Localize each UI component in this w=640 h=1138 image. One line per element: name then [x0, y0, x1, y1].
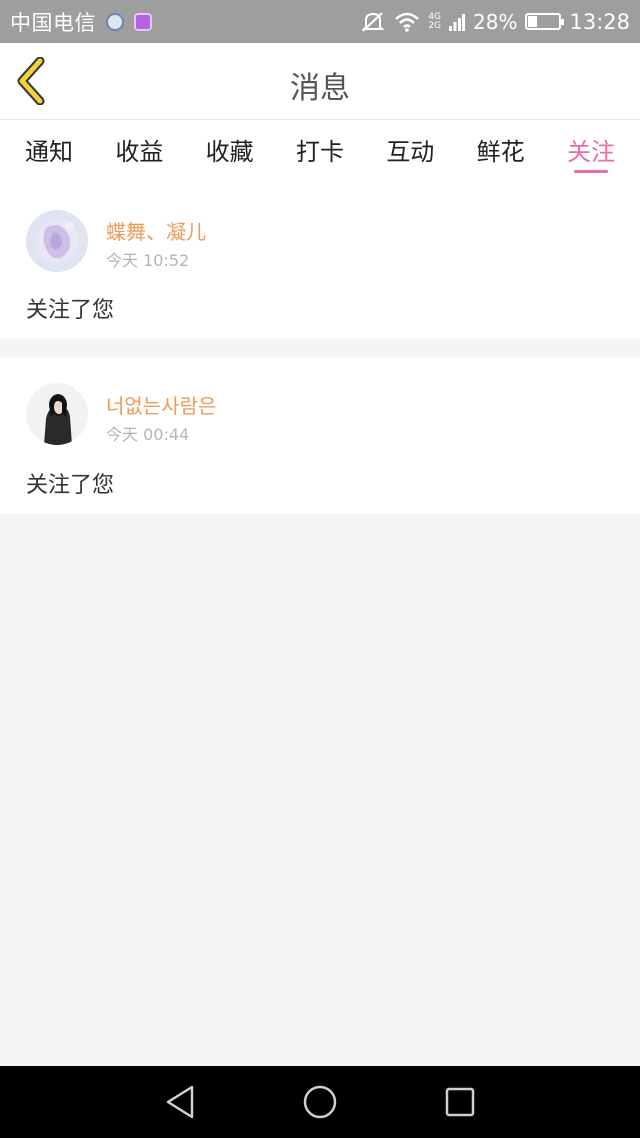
- square-recents-icon: [445, 1087, 475, 1117]
- tab-bar: 通知 收益 收藏 打卡 互动 鲜花 关注: [0, 120, 640, 182]
- mute-icon: [361, 11, 385, 32]
- timestamp: 今天 00:44: [106, 425, 190, 444]
- username[interactable]: 蝶舞、凝儿: [106, 216, 206, 245]
- circle-home-icon: [303, 1085, 337, 1119]
- tab-label: 收藏: [205, 138, 254, 166]
- tab-interactions[interactable]: 互动: [386, 120, 434, 182]
- signal-icon: [449, 13, 466, 31]
- screen: 中国电信 4G 2G 28% 13:28 消息 通知 收益 收藏 打卡 互动 鲜…: [0, 0, 640, 1138]
- avatar[interactable]: [26, 383, 88, 445]
- gallery-notification-icon: [134, 12, 152, 31]
- tab-notifications[interactable]: 通知: [25, 120, 73, 182]
- wifi-icon: [395, 12, 420, 32]
- active-tab-indicator: [573, 170, 608, 173]
- timestamp: 今天 10:52: [106, 251, 190, 270]
- status-icons: 4G 2G 28% 13:28: [360, 10, 630, 34]
- navigation-bar: [0, 1066, 640, 1138]
- avatar-image: [26, 210, 88, 272]
- tab-label: 关注: [566, 138, 615, 166]
- message-text: 关注了您: [26, 298, 115, 323]
- notification-app-icon: [106, 12, 124, 31]
- tab-checkin[interactable]: 打卡: [296, 120, 344, 182]
- tab-label: 鲜花: [476, 138, 525, 166]
- nav-back-button[interactable]: [160, 1082, 200, 1122]
- tab-follows[interactable]: 关注: [567, 120, 615, 182]
- avatar-image: [26, 383, 88, 445]
- clock: 13:28: [569, 9, 630, 34]
- username[interactable]: 너없는사람은: [106, 390, 216, 419]
- carrier-name: 中国电信: [10, 10, 96, 35]
- status-bar: 中国电信 4G 2G 28% 13:28: [0, 0, 640, 43]
- network-type-label: 4G 2G: [428, 12, 442, 31]
- tab-label: 通知: [25, 138, 73, 166]
- tab-label: 打卡: [295, 138, 344, 166]
- avatar[interactable]: [26, 210, 88, 272]
- page-title: 消息: [290, 71, 350, 106]
- tab-earnings[interactable]: 收益: [115, 120, 163, 182]
- nav-home-button[interactable]: [300, 1082, 340, 1122]
- tab-flowers[interactable]: 鲜花: [477, 120, 525, 182]
- header: 消息: [0, 43, 640, 120]
- battery-percent: 28%: [473, 9, 518, 34]
- list-item[interactable]: 너없는사람은 今天 00:44 关注了您: [0, 357, 640, 514]
- network-type-bottom: 2G: [428, 20, 442, 31]
- nav-recents-button[interactable]: [440, 1082, 480, 1122]
- triangle-back-icon: [166, 1085, 194, 1119]
- tab-label: 收益: [115, 138, 164, 166]
- list-item[interactable]: 蝶舞、凝儿 今天 10:52 关注了您: [0, 182, 640, 339]
- tab-favorites[interactable]: 收藏: [206, 120, 254, 182]
- tab-label: 互动: [386, 138, 435, 166]
- message-text: 关注了您: [26, 473, 115, 498]
- battery-level-fill: [528, 16, 538, 27]
- battery-icon: [525, 13, 565, 30]
